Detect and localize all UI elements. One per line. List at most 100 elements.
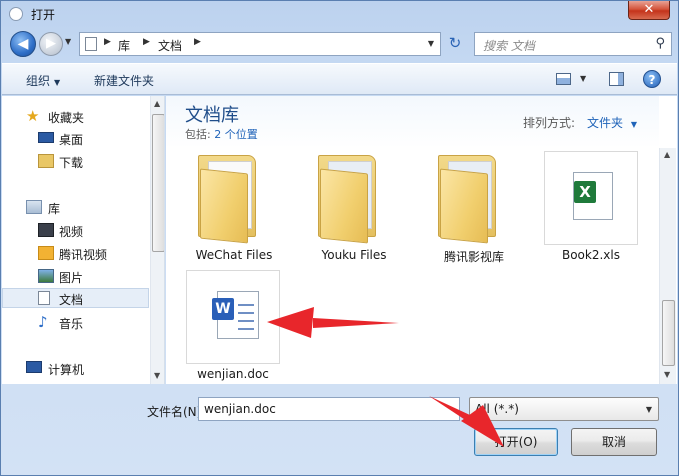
document-icon <box>85 37 97 51</box>
star-icon: ★ <box>26 107 40 125</box>
navigation-bar: ◀ ▶ ▼ ▶ 库 ▶ 文档 ▶ ▼ ↻ 搜索 文档 ⚲ <box>1 29 678 59</box>
filename-input[interactable]: wenjian.doc <box>198 397 460 421</box>
chevron-down-icon: ▼ <box>645 405 652 414</box>
title-bar[interactable]: 打开 ✕ <box>1 1 678 27</box>
scroll-down-icon[interactable]: ▼ <box>154 371 160 380</box>
scrollbar-thumb[interactable] <box>662 300 675 366</box>
refresh-button[interactable]: ↻ <box>443 32 467 56</box>
sidebar-item-label: 桌面 <box>59 133 84 147</box>
cancel-button[interactable]: 取消 <box>571 428 657 456</box>
video-icon <box>38 223 54 237</box>
help-icon[interactable]: ? <box>643 70 661 88</box>
scrollbar-thumb[interactable] <box>152 114 164 252</box>
view-options-chevron-icon[interactable]: ▼ <box>580 74 586 83</box>
open-button[interactable]: 打开(O) <box>474 428 558 456</box>
file-item-wenjian-doc[interactable]: W wenjian.doc <box>185 270 281 384</box>
sidebar-item-computer[interactable]: 计算机 <box>2 358 149 378</box>
organize-label: 组织 <box>26 74 51 88</box>
locations-link[interactable]: 2 个位置 <box>214 128 258 141</box>
tencent-video-icon <box>38 246 54 260</box>
new-folder-button[interactable]: 新建文件夹 <box>94 72 154 89</box>
forward-button[interactable]: ▶ <box>39 32 63 56</box>
sidebar-item-videos[interactable]: 视频 <box>2 220 149 240</box>
file-name: Book2.xls <box>561 248 620 262</box>
sidebar-item-label: 视频 <box>59 225 84 239</box>
file-item-book2-xls[interactable]: X Book2.xls <box>543 151 639 267</box>
sidebar-item-desktop[interactable]: 桌面 <box>2 128 149 148</box>
close-button[interactable]: ✕ <box>628 1 670 20</box>
sidebar-item-label: 图片 <box>59 271 84 285</box>
breadcrumb-libraries[interactable]: 库 <box>118 37 130 54</box>
arrange-by-value: 文件夹 <box>587 116 624 130</box>
file-item-youku-files[interactable]: Youku Files <box>306 151 402 267</box>
excel-badge-icon: X <box>574 181 596 203</box>
breadcrumb-separator-icon[interactable]: ▶ <box>143 37 150 47</box>
includes-label: 包括: <box>185 128 211 141</box>
change-view-icon[interactable] <box>556 73 571 85</box>
scroll-down-icon[interactable]: ▼ <box>664 370 670 379</box>
sidebar-item-pictures[interactable]: 图片 <box>2 266 149 286</box>
command-toolbar: 组织 ▼ 新建文件夹 ▼ ? <box>2 63 677 95</box>
file-type-value: All (*.*) <box>475 402 519 416</box>
sidebar-item-favorites[interactable]: ★ 收藏夹 <box>2 106 149 126</box>
breadcrumb-separator-icon[interactable]: ▶ <box>194 37 201 47</box>
arrange-by-dropdown[interactable]: 文件夹 ▼ <box>587 114 637 131</box>
text-line-icon <box>238 312 254 314</box>
organize-button[interactable]: 组织 ▼ <box>26 72 60 89</box>
file-name: WeChat Files <box>195 248 273 262</box>
desktop-icon <box>38 132 54 143</box>
sidebar-item-label: 腾讯视频 <box>59 248 108 262</box>
sidebar-item-libraries[interactable]: 库 <box>2 197 149 217</box>
sidebar-item-label: 音乐 <box>59 317 84 331</box>
search-input[interactable]: 搜索 文档 ⚲ <box>474 32 672 56</box>
documents-icon <box>38 291 50 305</box>
sidebar-item-downloads[interactable]: 下载 <box>2 151 149 171</box>
library-header: 文档库 包括: 2 个位置 排列方式: 文件夹 ▼ <box>166 96 659 148</box>
file-type-select[interactable]: All (*.*) ▼ <box>469 397 659 421</box>
library-title: 文档库 <box>185 105 239 126</box>
libraries-icon <box>26 200 42 214</box>
chevron-down-icon: ▼ <box>630 120 637 129</box>
sidebar-item-label: 文档 <box>59 293 84 307</box>
file-item-wechat-files[interactable]: WeChat Files <box>186 151 282 267</box>
file-name: wenjian.doc <box>197 367 269 381</box>
back-button[interactable]: ◀ <box>10 31 36 57</box>
word-file-icon: W <box>212 291 259 339</box>
sidebar-item-music[interactable]: ♪ 音乐 <box>2 312 149 332</box>
open-file-dialog: 打开 ✕ ◀ ▶ ▼ ▶ 库 ▶ 文档 ▶ ▼ ↻ 搜索 文档 ⚲ 组织 ▼ 新建… <box>0 0 679 476</box>
folder-front-icon <box>200 168 248 244</box>
filename-label: 文件名(N): <box>147 405 206 419</box>
text-line-icon <box>238 320 254 322</box>
recent-locations-caret-icon[interactable]: ▼ <box>65 37 71 46</box>
thumbnail-frame: W <box>186 270 280 364</box>
sidebar-item-tencent-video[interactable]: 腾讯视频 <box>2 243 149 263</box>
address-dropdown-icon[interactable]: ▼ <box>428 39 434 48</box>
search-placeholder: 搜索 文档 <box>483 39 535 53</box>
downloads-icon <box>38 154 54 168</box>
sidebar-scrollbar[interactable]: ▲ ▼ <box>150 96 164 384</box>
sidebar-item-label: 下载 <box>59 156 84 170</box>
library-includes: 包括: 2 个位置 <box>185 126 258 142</box>
file-name: Youku Files <box>321 248 387 262</box>
file-item-tencent-video-library[interactable]: 腾讯影视库 <box>426 151 522 267</box>
file-list-scrollbar[interactable]: ▲ ▼ <box>659 148 676 384</box>
sidebar-item-documents[interactable]: 文档 <box>2 288 149 308</box>
text-line-icon <box>238 304 254 306</box>
music-icon: ♪ <box>38 313 48 331</box>
address-bar[interactable]: ▶ 库 ▶ 文档 ▶ ▼ <box>79 32 441 56</box>
file-list-pane: 文档库 包括: 2 个位置 排列方式: 文件夹 ▼ WeChat Files Y… <box>166 96 677 384</box>
scroll-up-icon[interactable]: ▲ <box>664 150 670 159</box>
search-icon[interactable]: ⚲ <box>655 36 665 51</box>
arrange-by-label: 排列方式: <box>523 116 576 130</box>
preview-pane-icon[interactable] <box>609 72 624 86</box>
app-icon <box>9 7 23 21</box>
excel-file-icon: X <box>573 172 613 220</box>
window-title: 打开 <box>31 8 56 22</box>
chevron-down-icon: ▼ <box>54 78 61 87</box>
sidebar-item-label: 计算机 <box>48 363 85 377</box>
breadcrumb-separator-icon[interactable]: ▶ <box>104 37 111 47</box>
folder-front-icon <box>440 168 488 244</box>
file-name: 腾讯影视库 <box>443 250 504 264</box>
scroll-up-icon[interactable]: ▲ <box>154 99 160 108</box>
breadcrumb-documents[interactable]: 文档 <box>158 37 182 54</box>
